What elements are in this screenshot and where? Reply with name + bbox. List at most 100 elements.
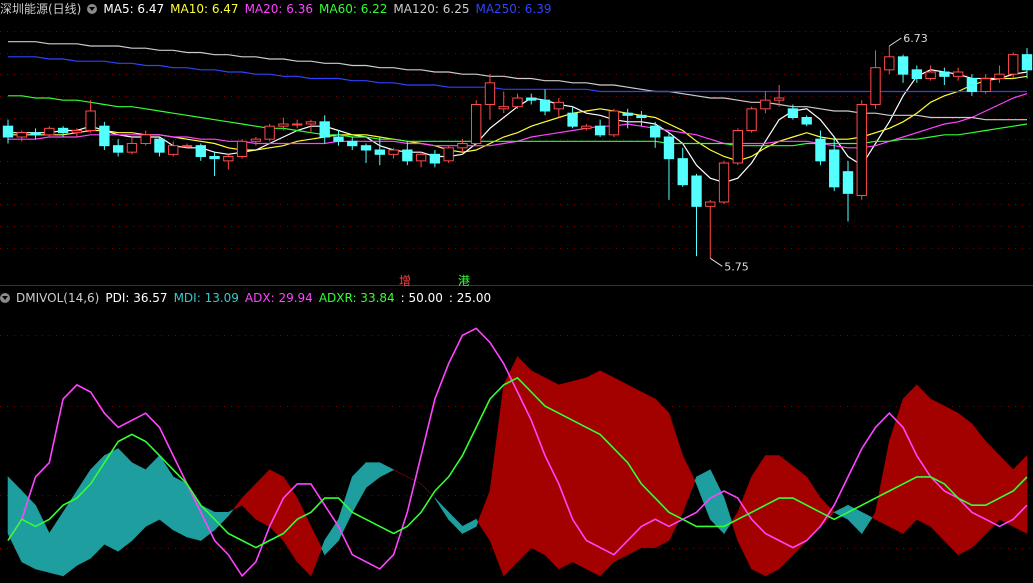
candle[interactable] (801, 115, 812, 127)
candle-body (16, 132, 27, 138)
candle[interactable] (567, 106, 578, 129)
dmi-diff-fill (641, 391, 656, 548)
candle[interactable] (195, 143, 206, 161)
candle[interactable] (650, 121, 661, 148)
dmi-diff-fill (434, 497, 449, 521)
candle[interactable] (347, 137, 358, 150)
candle[interactable] (608, 108, 620, 137)
dmi-diff-fill (283, 475, 298, 563)
candle[interactable] (663, 132, 675, 200)
dmi-diff-fill (489, 384, 505, 577)
dmi-diff-fill (737, 476, 752, 570)
candle[interactable] (870, 50, 881, 109)
candle[interactable] (856, 100, 867, 200)
candle[interactable] (1008, 52, 1019, 79)
candle-body (484, 82, 496, 106)
candle[interactable] (925, 65, 936, 81)
dropdown-icon[interactable] (87, 4, 98, 14)
candle[interactable] (980, 74, 991, 94)
ma-legend-4: MA120: 6.25 (393, 2, 470, 16)
hk-connect-marker[interactable]: 港 (458, 272, 470, 289)
dmi-diff-fill (7, 476, 23, 562)
dmi-diff-fill (517, 355, 532, 563)
increase-marker[interactable]: 增 (399, 272, 411, 289)
candle[interactable] (30, 128, 41, 140)
candle-body (264, 125, 275, 140)
candle-body (333, 136, 344, 142)
candle[interactable] (360, 143, 372, 164)
candle[interactable] (2, 119, 14, 144)
main-title: 深圳能源(日线) (0, 2, 82, 16)
candle[interactable] (760, 91, 771, 114)
dmi-diff-fill (599, 370, 615, 577)
ma-legend-1: MA10: 6.47 (170, 2, 239, 16)
candle-body (732, 130, 744, 164)
dmi-legend-4: : 50.00 (400, 291, 443, 305)
dmi-diff-fill (90, 454, 105, 559)
candle[interactable] (677, 147, 688, 187)
candle[interactable] (140, 130, 151, 146)
candle-body (209, 156, 220, 160)
candle[interactable] (291, 119, 303, 129)
candle[interactable] (732, 128, 744, 166)
candle[interactable] (498, 91, 509, 114)
candle[interactable] (402, 141, 413, 166)
candle[interactable] (594, 119, 606, 137)
candle[interactable] (484, 74, 496, 120)
candle[interactable] (691, 173, 702, 257)
candle[interactable] (85, 100, 96, 133)
candle-body (650, 125, 661, 138)
candle[interactable] (99, 121, 110, 150)
candle[interactable] (897, 54, 909, 83)
candle-body (512, 97, 523, 108)
candle[interactable] (994, 65, 1005, 83)
candle-body (691, 175, 702, 207)
candle-body (99, 125, 110, 147)
dropdown-icon[interactable] (0, 293, 10, 303)
candle[interactable] (581, 124, 592, 131)
candle-body (581, 125, 592, 129)
candle[interactable] (952, 67, 964, 81)
candle[interactable] (209, 152, 220, 176)
dmi-diff-fill (145, 454, 160, 527)
candle-body (567, 112, 578, 127)
candle[interactable] (333, 130, 344, 146)
candle[interactable] (154, 137, 165, 157)
dmi-diff-fill (117, 447, 133, 552)
candle-body (30, 132, 41, 136)
candle[interactable] (539, 89, 551, 116)
candle[interactable] (126, 137, 138, 155)
candle[interactable] (443, 145, 454, 163)
candle[interactable] (939, 67, 950, 85)
candle-body (705, 201, 716, 207)
dmi-legend-2: ADX: 29.94 (244, 291, 313, 305)
candle[interactable] (319, 115, 330, 144)
candle-body (402, 149, 413, 162)
candle-body (154, 138, 165, 153)
candle[interactable] (842, 160, 854, 222)
candle[interactable] (112, 139, 124, 157)
dmi-legend-1: MDI: 13.09 (173, 291, 239, 305)
candle[interactable] (512, 93, 523, 109)
candle[interactable] (553, 98, 564, 118)
candle-body (374, 149, 385, 155)
low-price-label-pointer (710, 257, 723, 267)
dmi-diff-fill (572, 377, 587, 570)
candle[interactable] (705, 199, 716, 259)
candle-body (471, 104, 482, 144)
candle-body (870, 67, 881, 105)
candle[interactable] (1021, 48, 1033, 79)
dmi-diff-fill (365, 462, 381, 489)
candle[interactable] (718, 160, 730, 205)
candle[interactable] (884, 46, 895, 75)
candle[interactable] (746, 106, 757, 133)
candle[interactable] (250, 137, 262, 146)
dmi-diff-fill (696, 469, 711, 520)
candle[interactable] (471, 100, 482, 146)
candle[interactable] (236, 139, 248, 159)
candle[interactable] (264, 124, 275, 142)
candle[interactable] (429, 150, 441, 168)
dmi-diff-fill (379, 462, 395, 478)
candle[interactable] (526, 93, 537, 105)
candle[interactable] (415, 152, 427, 168)
